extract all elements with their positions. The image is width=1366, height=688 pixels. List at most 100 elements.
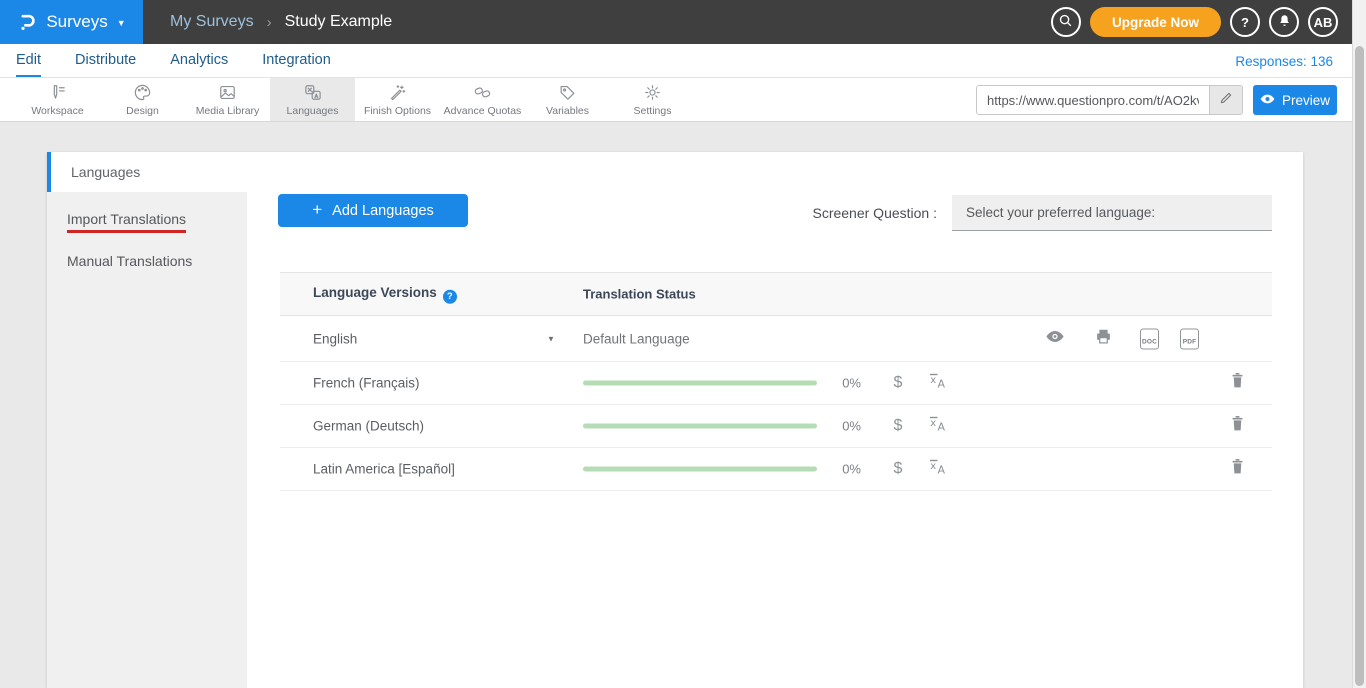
languages-sidebar: Languages Import Translations Manual Tra… (47, 152, 247, 688)
preview-button[interactable]: Preview (1253, 85, 1337, 115)
sidebar-item-languages[interactable]: Languages (47, 152, 247, 192)
palette-icon (133, 83, 152, 103)
toolbar-item-label: Variables (546, 105, 589, 117)
survey-nav-bar: Edit Distribute Analytics Integration Re… (0, 44, 1366, 78)
svg-text:x: x (930, 375, 936, 386)
help-icon[interactable]: ? (443, 289, 457, 303)
translation-progress-bar (583, 424, 817, 429)
toolbar-item-advance-quotas[interactable]: Advance Quotas (440, 78, 525, 121)
toolbar-item-label: Finish Options (364, 105, 431, 117)
screener-question-select[interactable]: Select your preferred language: (952, 195, 1272, 231)
sidebar-submenu: Import Translations Manual Translations (47, 192, 247, 688)
image-icon (218, 83, 237, 103)
toolbar-item-finish-options[interactable]: Finish Options (355, 78, 440, 121)
tag-icon (558, 83, 577, 103)
paid-translation-icon[interactable]: $ (886, 417, 910, 435)
view-survey-icon[interactable] (1045, 329, 1065, 348)
language-name: Latin America [Español] (313, 462, 455, 477)
export-doc-icon[interactable]: DOC (1140, 328, 1159, 349)
language-name: German (Deutsch) (313, 419, 424, 434)
toolbar-item-variables[interactable]: Variables (525, 78, 610, 121)
print-icon[interactable] (1094, 327, 1113, 350)
scrollbar-thumb[interactable] (1355, 46, 1364, 686)
toolbar-item-label: Languages (287, 105, 339, 117)
questionpro-logo-icon (17, 11, 37, 33)
survey-url-input[interactable] (977, 86, 1209, 114)
svg-text:x: x (930, 418, 936, 429)
toolbar-item-label: Workspace (31, 105, 83, 117)
plus-icon: + (312, 200, 322, 220)
header-actions: Upgrade Now ? AB (1051, 7, 1338, 37)
tab-analytics[interactable]: Analytics (170, 44, 228, 77)
breadcrumb: My Surveys › Study Example (170, 13, 392, 31)
tab-distribute[interactable]: Distribute (75, 44, 136, 77)
screener-question-group: Screener Question : Select your preferre… (812, 195, 1272, 231)
breadcrumb-current-survey: Study Example (285, 13, 393, 31)
svg-text:A: A (938, 378, 946, 390)
chain-links-icon (473, 83, 492, 103)
translation-percent: 0% (816, 419, 861, 434)
toolbar-item-languages[interactable]: Languages (270, 78, 355, 121)
paid-translation-icon[interactable]: $ (886, 374, 910, 392)
avatar-initials: AB (1314, 15, 1333, 30)
delete-language-icon[interactable] (1230, 372, 1245, 394)
preview-label: Preview (1282, 93, 1330, 108)
page-content: Languages Import Translations Manual Tra… (0, 122, 1352, 688)
table-header-row: Language Versions? Translation Status (280, 272, 1272, 316)
breadcrumb-my-surveys[interactable]: My Surveys (170, 13, 254, 31)
paid-translation-icon[interactable]: $ (886, 460, 910, 478)
search-button[interactable] (1051, 7, 1081, 37)
survey-url-group (976, 85, 1243, 115)
toolbar-item-label: Advance Quotas (444, 105, 522, 117)
chevron-down-icon: ▼ (117, 18, 126, 28)
sidebar-item-import-translations[interactable]: Import Translations (47, 202, 247, 241)
svg-text:A: A (938, 464, 946, 476)
toolbar-item-workspace[interactable]: Workspace (15, 78, 100, 121)
nav-tabs: Edit Distribute Analytics Integration (0, 44, 331, 77)
toolbar-item-media-library[interactable]: Media Library (185, 78, 270, 121)
translation-progress-bar (583, 467, 817, 472)
tab-integration[interactable]: Integration (262, 44, 331, 77)
delete-language-icon[interactable] (1230, 415, 1245, 437)
edit-toolbar: Workspace Design Media Library Languages… (0, 78, 1366, 122)
vertical-scrollbar[interactable] (1352, 0, 1366, 688)
top-header-bar: Surveys ▼ My Surveys › Study Example Upg… (0, 0, 1366, 44)
add-languages-button[interactable]: + Add Languages (278, 194, 468, 227)
translation-percent: 0% (816, 462, 861, 477)
breadcrumb-separator: › (267, 14, 272, 31)
chevron-down-icon[interactable]: ▼ (547, 334, 555, 343)
language-name: French (Français) (313, 376, 420, 391)
default-language-name: English (313, 331, 357, 346)
translate-icon (303, 83, 323, 103)
pencil-icon (1219, 91, 1233, 110)
edit-url-button[interactable] (1209, 86, 1242, 114)
bell-icon (1277, 13, 1292, 31)
sidebar-item-manual-translations[interactable]: Manual Translations (47, 241, 247, 280)
delete-language-icon[interactable] (1230, 458, 1245, 480)
notifications-button[interactable] (1269, 7, 1299, 37)
languages-main-panel: + Add Languages Screener Question : Sele… (247, 152, 1303, 688)
auto-translate-icon[interactable]: xA (928, 372, 948, 395)
responses-count[interactable]: Responses: 136 (1235, 44, 1333, 78)
question-mark-icon: ? (1241, 15, 1249, 30)
toolbar-item-label: Settings (634, 105, 672, 117)
help-button[interactable]: ? (1230, 7, 1260, 37)
translation-progress-bar (583, 381, 817, 386)
toolbar-item-design[interactable]: Design (100, 78, 185, 121)
workspace-icon (48, 83, 67, 103)
tab-edit[interactable]: Edit (16, 44, 41, 77)
questionpro-logo-menu[interactable]: Surveys ▼ (0, 0, 143, 44)
avatar[interactable]: AB (1308, 7, 1338, 37)
toolbar-right-group: Preview (976, 85, 1337, 115)
upgrade-now-button[interactable]: Upgrade Now (1090, 7, 1221, 37)
toolbar-item-settings[interactable]: Settings (610, 78, 695, 121)
eye-icon (1260, 93, 1275, 108)
export-pdf-icon[interactable]: PDF (1180, 328, 1199, 349)
auto-translate-icon[interactable]: xA (928, 415, 948, 438)
screener-question-label: Screener Question : (812, 205, 937, 221)
table-row-default-language: English ▼ Default Language DOC PDF (280, 316, 1272, 362)
logo-label: Surveys (46, 12, 107, 32)
add-languages-label: Add Languages (332, 203, 434, 219)
auto-translate-icon[interactable]: xA (928, 458, 948, 481)
magic-wand-icon (388, 83, 407, 103)
